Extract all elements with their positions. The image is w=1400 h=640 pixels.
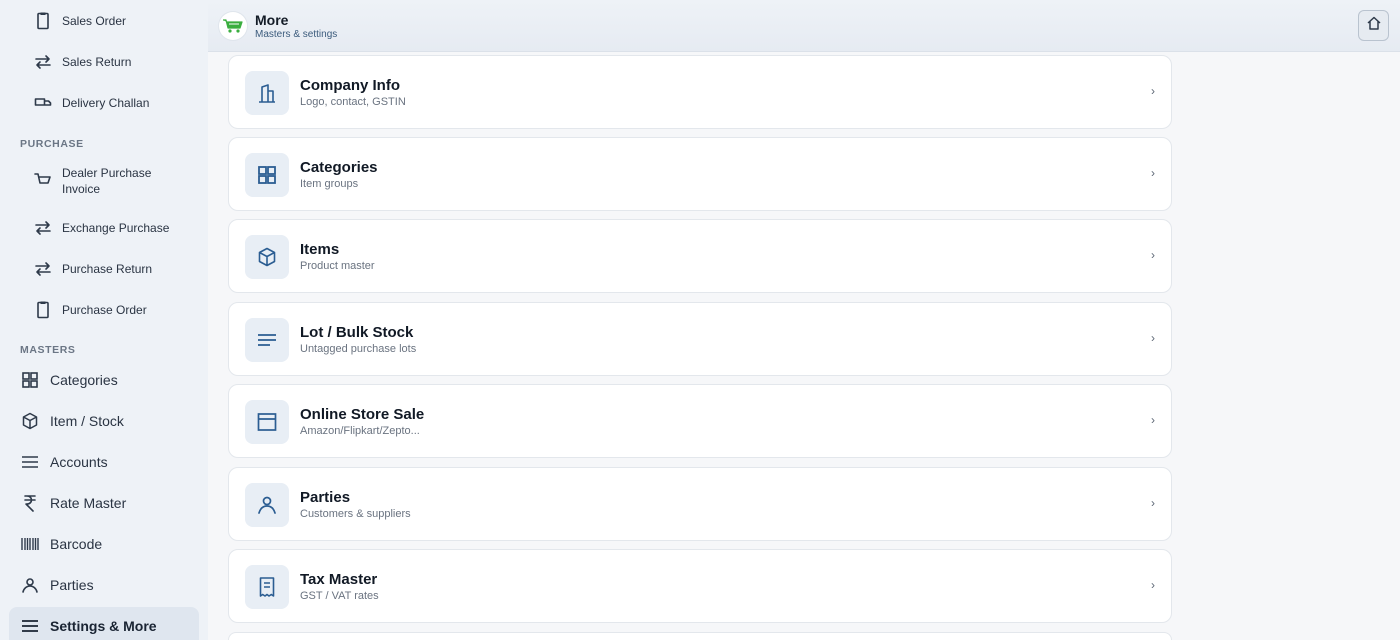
section-masters: MASTERS <box>20 344 76 356</box>
card-title: Lot / Bulk Stock <box>300 324 414 341</box>
swap-icon <box>34 219 52 237</box>
basket-icon <box>34 170 52 188</box>
sidebar-item-rate-master[interactable]: Rate Master <box>20 493 126 513</box>
grid-icon <box>245 153 289 197</box>
sidebar-item-label: Delivery Challan <box>62 96 150 110</box>
card-online-store-sale[interactable]: Online Store Sale Amazon/Flipkart/Zepto.… <box>228 384 1172 458</box>
truck-icon <box>34 94 52 112</box>
card-lot-bulk-stock[interactable]: Lot / Bulk Stock Untagged purchase lots … <box>228 302 1172 376</box>
card-title: Online Store Sale <box>300 406 425 423</box>
sidebar: Sales Order Sales Return Delivery Challa… <box>0 0 208 640</box>
sidebar-item-label: Settings & More <box>50 618 157 634</box>
building-icon <box>245 71 289 115</box>
card-subtitle: Untagged purchase lots <box>300 343 417 355</box>
clipboard-icon <box>34 12 52 30</box>
sidebar-item-dealer-purchase-invoice[interactable]: Dealer Purchase Invoice <box>34 165 151 197</box>
box-icon <box>245 235 289 279</box>
sidebar-item-barcode[interactable]: Barcode <box>20 534 102 554</box>
sidebar-item-purchase-order[interactable]: Purchase Order <box>34 301 147 319</box>
home-icon <box>1366 15 1382 36</box>
chevron-right-icon: › <box>1151 331 1155 345</box>
sidebar-item-label: Sales Order <box>62 14 127 28</box>
grid-icon <box>20 370 40 390</box>
page-title: More <box>255 12 289 28</box>
sidebar-item-accounts[interactable]: Accounts <box>20 452 108 472</box>
store-icon <box>245 400 289 444</box>
sidebar-item-label: Sales Return <box>62 55 132 69</box>
menu-icon <box>20 616 40 636</box>
sidebar-item-label: Exchange Purchase <box>62 221 170 235</box>
chevron-right-icon: › <box>1151 413 1155 427</box>
sidebar-item-label: Dealer Purchase Invoice <box>62 165 151 197</box>
card-subtitle: Product master <box>300 260 375 272</box>
section-purchase: PURCHASE <box>20 138 84 150</box>
chevron-right-icon: › <box>1151 166 1155 180</box>
card-subtitle: GST / VAT rates <box>300 590 379 602</box>
clipboard-icon <box>34 301 52 319</box>
card-tax-master[interactable]: Tax Master GST / VAT rates › <box>228 549 1172 623</box>
cart-logo-icon <box>219 12 247 40</box>
chevron-right-icon: › <box>1151 248 1155 262</box>
sidebar-item-categories[interactable]: Categories <box>20 370 118 390</box>
rupee-icon <box>20 493 40 513</box>
sidebar-item-label: Rate Master <box>50 495 127 511</box>
card-parties[interactable]: Parties Customers & suppliers › <box>228 467 1172 541</box>
sidebar-item-parties[interactable]: Parties <box>20 575 94 595</box>
chevron-right-icon: › <box>1151 84 1155 98</box>
card-categories[interactable]: Categories Item groups › <box>228 137 1172 211</box>
sidebar-item-label: Accounts <box>50 454 108 470</box>
app-header: More Masters & settings <box>208 0 1400 52</box>
card-title: Company Info <box>300 77 400 94</box>
box-icon <box>20 411 40 431</box>
user-icon <box>20 575 40 595</box>
chevron-right-icon: › <box>1151 496 1155 510</box>
sidebar-item-settings-more[interactable]: Settings & More <box>20 616 157 636</box>
swap-icon <box>34 53 52 71</box>
receipt-icon <box>245 565 289 609</box>
card-title: Items <box>300 241 340 258</box>
sidebar-item-delivery-challan[interactable]: Delivery Challan <box>34 94 149 112</box>
sidebar-item-label: Purchase Return <box>62 262 153 276</box>
sidebar-item-label: Categories <box>50 372 118 388</box>
swap-icon <box>34 260 52 278</box>
card-subtitle: Item groups <box>300 178 359 190</box>
page-subtitle: Masters & settings <box>255 29 338 40</box>
card-subtitle: Customers & suppliers <box>300 508 411 520</box>
sidebar-item-item-stock[interactable]: Item / Stock <box>20 411 124 431</box>
home-button[interactable] <box>1358 10 1389 41</box>
sidebar-item-label: Barcode <box>50 536 103 552</box>
card-title: Parties <box>300 489 351 506</box>
card-subtitle: Amazon/Flipkart/Zepto... <box>300 425 420 437</box>
sidebar-item-label: Purchase Order <box>62 303 147 317</box>
sidebar-item-exchange-purchase[interactable]: Exchange Purchase <box>34 219 169 237</box>
chevron-right-icon: › <box>1151 578 1155 592</box>
card-items[interactable]: Items Product master › <box>228 219 1172 293</box>
card-company-info[interactable]: Company Info Logo, contact, GSTIN › <box>228 55 1172 129</box>
sidebar-item-purchase-return[interactable]: Purchase Return <box>34 260 152 278</box>
sidebar-item-sales-order[interactable]: Sales Order <box>34 12 126 30</box>
list-icon <box>20 452 40 472</box>
card-subtitle: Logo, contact, GSTIN <box>300 96 406 108</box>
card-title: Categories <box>300 159 378 176</box>
sidebar-item-sales-return[interactable]: Sales Return <box>34 53 131 71</box>
sidebar-item-label: Item / Stock <box>50 413 124 429</box>
card-partial[interactable] <box>228 632 1172 640</box>
list-icon <box>245 318 289 362</box>
card-title: Tax Master <box>300 571 378 588</box>
barcode-icon <box>20 534 40 554</box>
user-icon <box>245 483 289 527</box>
sidebar-item-label: Parties <box>50 577 94 593</box>
label-line-2: Invoice <box>62 182 101 196</box>
label-line-1: Dealer Purchase <box>62 166 152 180</box>
